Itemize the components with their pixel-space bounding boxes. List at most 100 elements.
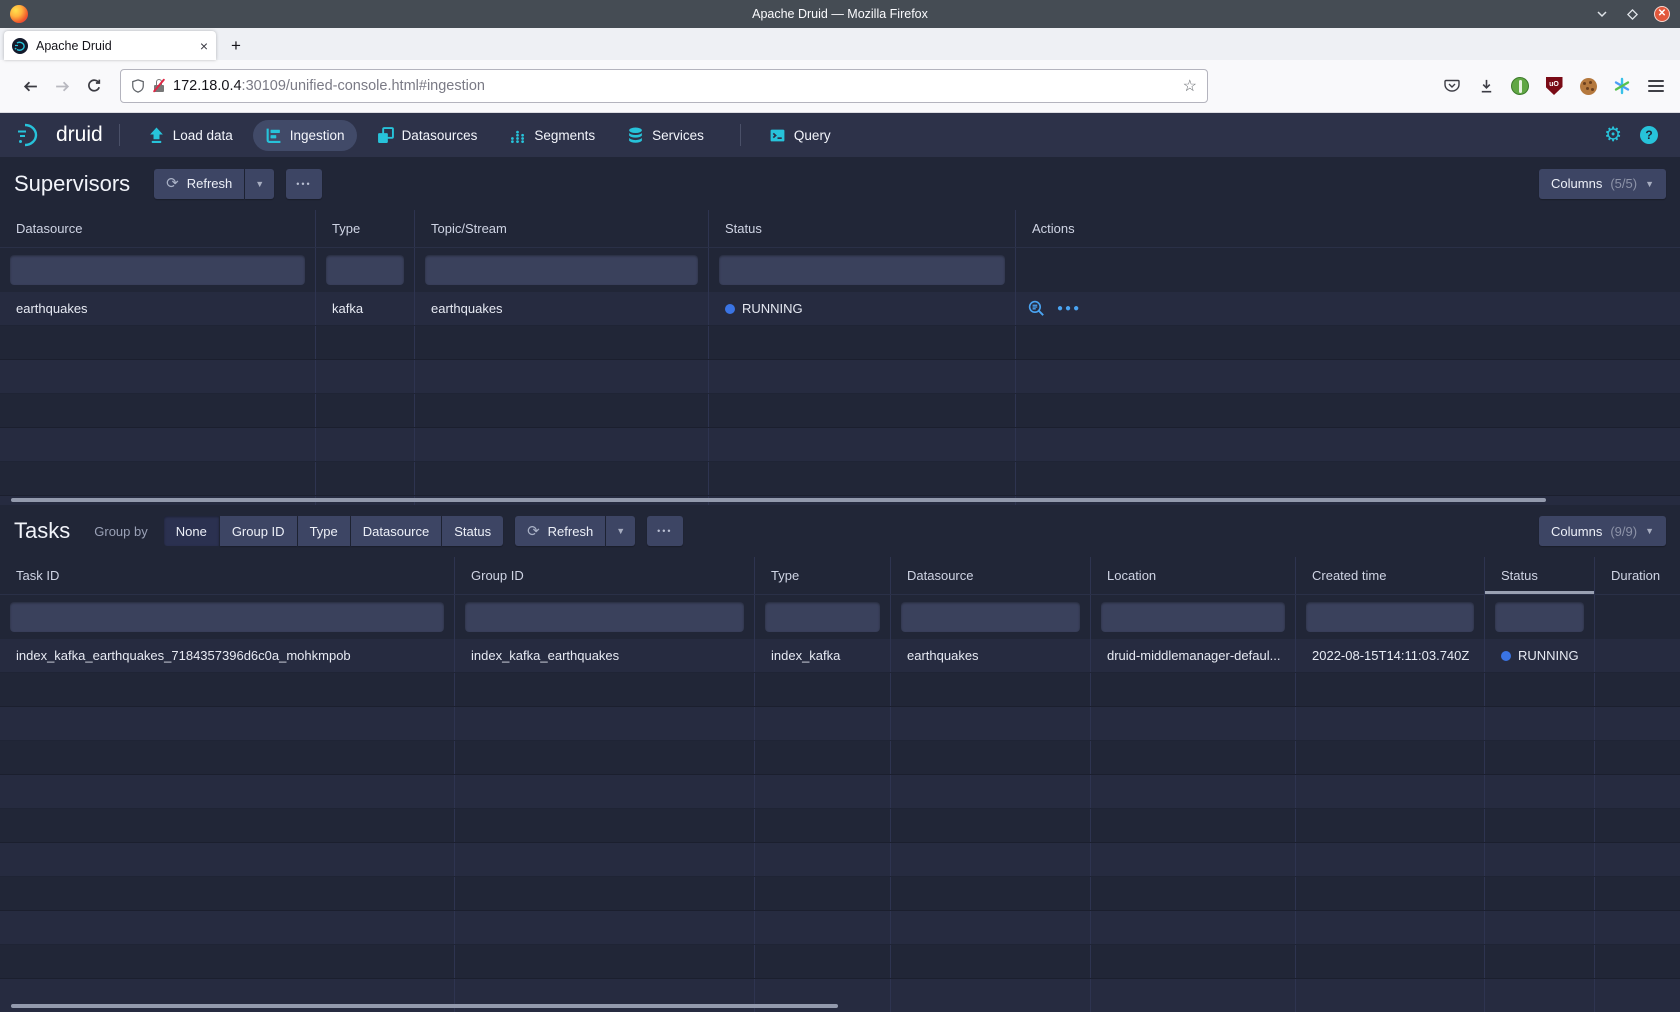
cookie-extension-icon[interactable] [1578,76,1598,96]
insecure-lock-icon[interactable] [153,79,165,93]
druid-favicon [12,38,28,54]
nav-item-label: Datasources [402,128,478,143]
refresh-icon: ⟳ [166,176,179,191]
nav-item-label: Ingestion [290,128,345,143]
supervisors-title: Supervisors [14,171,130,197]
nav-item-segments[interactable]: Segments [497,120,607,151]
empty-row [0,462,1680,496]
tasks-task-id-filter[interactable] [10,602,444,632]
tasks-more-button[interactable]: ••• [647,516,682,546]
firefox-window: Apache Druid — Mozilla Firefox ✕ Apache … [0,0,1680,1012]
column-header-status[interactable]: Status [1485,557,1595,594]
group-by-type-button[interactable]: Type [298,516,350,546]
pocket-icon[interactable] [1442,76,1462,96]
tasks-group-id-filter[interactable] [465,602,744,632]
tasks-table: Task ID Group ID Type Datasource Locatio… [0,557,1680,1012]
tasks-refresh-menu-button[interactable]: ▼ [606,516,635,546]
task-duration [1595,639,1680,672]
column-header-task-id[interactable]: Task ID [0,557,455,594]
load-data-icon [148,127,165,144]
supervisors-columns-button[interactable]: Columns(5/5)▼ [1539,169,1666,199]
shield-icon[interactable] [131,78,145,94]
supervisors-table: Datasource Type Topic/Stream Status Acti… [0,210,1680,505]
menu-icon[interactable] [1646,76,1666,96]
url-host: 172.18.0.4 [173,78,242,94]
datasources-icon [377,127,394,144]
empty-row [0,326,1680,360]
minimize-icon[interactable] [1594,6,1610,22]
group-by-datasource-button[interactable]: Datasource [351,516,441,546]
column-header-datasource[interactable]: Datasource [0,210,316,247]
browser-tab[interactable]: Apache Druid × [4,31,216,60]
empty-row [0,741,1680,775]
nav-item-services[interactable]: Services [615,120,716,151]
tasks-columns-button[interactable]: Columns(9/9)▼ [1539,516,1666,546]
column-header-type[interactable]: Type [316,210,415,247]
empty-row [0,809,1680,843]
nav-item-query[interactable]: Query [757,120,843,151]
bookmark-star-icon[interactable]: ☆ [1183,76,1197,96]
row-actions-more-icon[interactable]: ●●● [1057,303,1081,314]
nav-item-label: Segments [534,128,595,143]
nav-separator [740,124,741,146]
empty-row [0,428,1680,462]
tab-close-icon[interactable]: × [200,39,208,53]
supervisors-more-button[interactable]: ••• [286,169,321,199]
reload-icon[interactable] [78,70,110,102]
group-by-none-button[interactable]: None [164,516,219,546]
forward-icon[interactable] [46,70,78,102]
tasks-datasource-filter[interactable] [901,602,1080,632]
url-text[interactable]: 172.18.0.4:30109/unified-console.html#in… [173,78,1175,94]
column-header-duration[interactable]: Duration [1595,557,1680,594]
empty-row [0,775,1680,809]
supervisors-topic-filter[interactable] [425,255,698,285]
tasks-status-filter[interactable] [1495,602,1584,632]
privacy-badger-icon[interactable] [1510,76,1530,96]
supervisors-type-filter[interactable] [326,255,404,285]
nav-item-datasources[interactable]: Datasources [365,120,490,151]
column-header-topic-stream[interactable]: Topic/Stream [415,210,709,247]
help-icon[interactable]: ? [1640,126,1658,144]
empty-row [0,673,1680,707]
druid-logo[interactable]: druid [16,122,103,148]
tasks-created-time-filter[interactable] [1306,602,1474,632]
tasks-location-filter[interactable] [1101,602,1285,632]
group-by-group-id-button[interactable]: Group ID [220,516,297,546]
column-header-location[interactable]: Location [1091,557,1296,594]
column-header-status[interactable]: Status [709,210,1016,247]
tasks-hscrollbar[interactable] [11,1004,838,1008]
downloads-icon[interactable] [1476,76,1496,96]
gear-icon[interactable]: ⚙ [1604,125,1622,145]
column-header-group-id[interactable]: Group ID [455,557,755,594]
back-icon[interactable] [14,70,46,102]
supervisor-status: RUNNING [709,292,1016,325]
supervisors-refresh-button[interactable]: ⟳Refresh [154,169,244,199]
nav-item-ingestion[interactable]: Ingestion [253,120,357,151]
browser-toolbar: 172.18.0.4:30109/unified-console.html#in… [0,60,1680,113]
tasks-refresh-button[interactable]: ⟳Refresh [515,516,605,546]
new-tab-button[interactable]: + [222,32,250,60]
supervisor-datasource: earthquakes [0,292,316,325]
nav-item-load-data[interactable]: Load data [136,120,245,151]
column-header-type[interactable]: Type [755,557,891,594]
supervisors-refresh-menu-button[interactable]: ▼ [245,169,274,199]
supervisors-datasource-filter[interactable] [10,255,305,285]
ublock-origin-icon[interactable]: uO [1544,76,1564,96]
supervisors-status-filter[interactable] [719,255,1005,285]
nav-item-label: Load data [173,128,233,143]
maximize-icon[interactable] [1624,6,1640,22]
group-by-status-button[interactable]: Status [442,516,503,546]
column-header-created-time[interactable]: Created time [1296,557,1485,594]
supervisors-hscrollbar[interactable] [11,498,1546,502]
url-bar[interactable]: 172.18.0.4:30109/unified-console.html#in… [120,69,1208,103]
detail-search-icon[interactable] [1028,300,1045,317]
services-icon [627,127,644,144]
query-icon [769,127,786,144]
chevron-down-icon: ▼ [1645,526,1654,536]
asterisk-extension-icon[interactable] [1612,76,1632,96]
task-status: RUNNING [1485,639,1595,672]
column-header-datasource[interactable]: Datasource [891,557,1091,594]
druid-logo-icon [16,122,48,148]
tasks-type-filter[interactable] [765,602,880,632]
close-icon[interactable]: ✕ [1654,6,1670,22]
